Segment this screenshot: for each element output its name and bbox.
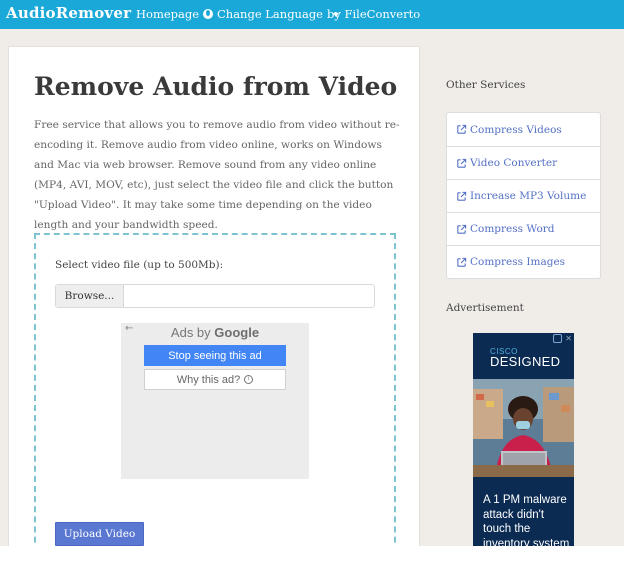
external-link-icon	[457, 191, 467, 201]
browse-button[interactable]: Browse...	[56, 285, 124, 307]
upload-dropzone[interactable]: Select video file (up to 500Mb): Browse.…	[34, 233, 396, 564]
nav-fileconverto-link[interactable]: by FileConverto	[327, 7, 420, 21]
service-link-compress-videos[interactable]: Compress Videos	[447, 113, 600, 146]
external-link-icon	[457, 158, 467, 168]
service-link-video-converter[interactable]: Video Converter	[447, 146, 600, 179]
nav-language-label: Change Language	[217, 7, 323, 21]
page-description: Free service that allows you to remove a…	[34, 119, 400, 231]
info-icon: i	[244, 375, 254, 384]
service-link-increase-mp3-volume[interactable]: Increase MP3 Volume	[447, 179, 600, 212]
stop-seeing-ad-button[interactable]: Stop seeing this ad	[144, 345, 286, 366]
external-link-icon	[457, 257, 467, 267]
advertisement-heading: Advertisement	[446, 302, 524, 314]
why-this-ad-button[interactable]: Why this ad? i	[144, 369, 286, 390]
ad-photo-illustration	[473, 379, 574, 477]
ad-choices-icon[interactable]	[553, 334, 562, 343]
why-this-ad-label: Why this ad?	[176, 373, 241, 386]
nav-homepage-link[interactable]: Homepage	[136, 7, 199, 21]
external-link-icon	[457, 124, 467, 134]
nav-language-dropdown[interactable]: Change Language	[203, 7, 339, 21]
brand-logo[interactable]: AudioRemover	[6, 4, 131, 22]
page-title: Remove Audio from Video	[34, 72, 398, 101]
page-bottom-strip	[0, 546, 624, 564]
cisco-headline: DESIGNED	[490, 354, 561, 369]
upload-video-button[interactable]: Upload Video	[55, 522, 144, 546]
close-ad-icon[interactable]: ✕	[565, 334, 572, 343]
service-link-compress-word[interactable]: Compress Word	[447, 212, 600, 245]
ad-photo-image	[473, 379, 574, 477]
globe-icon	[203, 9, 213, 19]
main-card: Remove Audio from Video Free service tha…	[8, 46, 420, 564]
services-list: Compress Videos Video Converter Increase…	[446, 112, 601, 279]
file-input[interactable]: Browse...	[55, 284, 375, 308]
external-link-icon	[457, 224, 467, 234]
ads-by-google-label: Ads by Google	[170, 325, 260, 340]
other-services-heading: Other Services	[446, 79, 526, 91]
cisco-ad-copy: A 1 PM malware attack didn't touch the i…	[483, 494, 570, 547]
top-navbar: AudioRemover Homepage Change Language by…	[0, 0, 624, 29]
cisco-banner-ad[interactable]: ✕ CISCO DESIGNED A 1 PM malware attack d…	[473, 333, 574, 547]
service-link-compress-images[interactable]: Compress Images	[447, 245, 600, 278]
file-name-field[interactable]	[124, 285, 374, 307]
ad-overlay: ← Ads by Google Stop seeing this ad Why …	[121, 323, 309, 479]
select-file-label: Select video file (up to 500Mb):	[55, 259, 224, 271]
